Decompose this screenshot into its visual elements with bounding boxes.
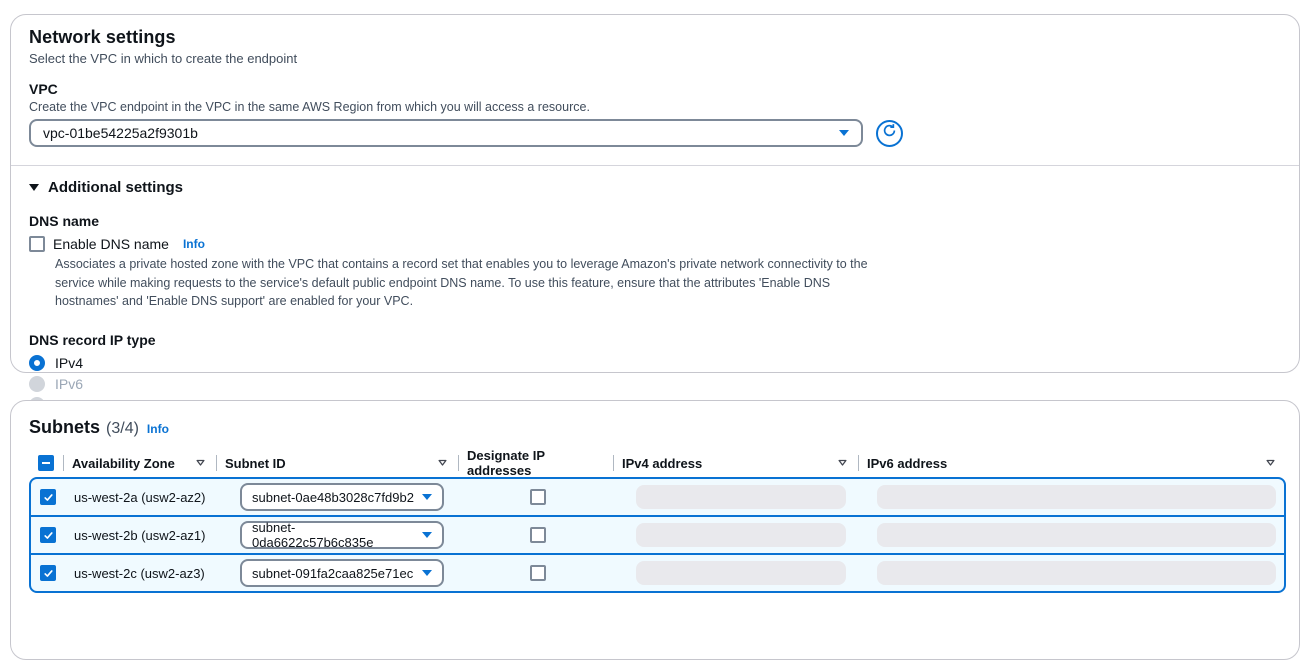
table-row: us-west-2a (usw2-az2) subnet-0ae48b3028c… xyxy=(29,477,1286,517)
column-header-designate-ip: Designate IP addresses xyxy=(458,448,613,478)
additional-settings-expander[interactable]: Additional settings xyxy=(29,179,1281,196)
dns-name-description: Associates a private hosted zone with th… xyxy=(55,255,869,311)
sort-icon[interactable] xyxy=(195,456,206,471)
vpc-select-value: vpc-01be54225a2f9301b xyxy=(43,125,198,141)
radio-disabled xyxy=(29,376,45,392)
select-all-checkbox[interactable] xyxy=(38,455,54,471)
section-divider xyxy=(11,165,1299,166)
subnet-id-select[interactable]: subnet-0ae48b3028c7fd9b2 xyxy=(240,483,444,511)
row-checkbox[interactable] xyxy=(40,489,56,505)
chevron-down-icon xyxy=(422,494,432,500)
check-icon xyxy=(43,492,54,503)
column-header-ipv4[interactable]: IPv4 address xyxy=(613,448,858,478)
ipv4-address-field-disabled xyxy=(636,523,846,547)
availability-zone-cell: us-west-2b (usw2-az1) xyxy=(65,528,218,543)
availability-zone-cell: us-west-2a (usw2-az2) xyxy=(65,490,218,505)
designate-ip-checkbox[interactable] xyxy=(530,565,546,581)
availability-zone-cell: us-west-2c (usw2-az3) xyxy=(65,566,218,581)
refresh-icon xyxy=(882,123,897,143)
dns-record-ip-type-label: DNS record IP type xyxy=(29,332,1281,348)
subnets-info-link[interactable]: Info xyxy=(147,422,169,436)
designate-ip-checkbox[interactable] xyxy=(530,489,546,505)
subnet-id-value: subnet-0ae48b3028c7fd9b2 xyxy=(252,490,414,505)
chevron-down-icon xyxy=(422,570,432,576)
subnet-rows: us-west-2a (usw2-az2) subnet-0ae48b3028c… xyxy=(29,477,1286,593)
subnet-id-select[interactable]: subnet-091fa2caa825e71ec xyxy=(240,559,444,587)
column-header-subnet-id[interactable]: Subnet ID xyxy=(216,448,458,478)
panel-subtitle: Select the VPC in which to create the en… xyxy=(29,51,1281,66)
subnet-id-select[interactable]: subnet-0da6622c57b6c835e xyxy=(240,521,444,549)
table-row: us-west-2c (usw2-az3) subnet-091fa2caa82… xyxy=(29,553,1286,593)
sort-icon[interactable] xyxy=(1265,456,1276,471)
additional-settings-label: Additional settings xyxy=(48,179,183,196)
dns-name-info-link[interactable]: Info xyxy=(183,237,205,251)
subnets-count: (3/4) xyxy=(106,420,139,438)
dns-name-label: DNS name xyxy=(29,213,1281,229)
ipv6-address-field-disabled xyxy=(877,561,1276,585)
table-header: Availability Zone Subnet ID Designate IP… xyxy=(29,448,1299,474)
sort-icon[interactable] xyxy=(437,456,448,471)
vpc-description: Create the VPC endpoint in the VPC in th… xyxy=(29,100,1281,114)
column-header-availability-zone[interactable]: Availability Zone xyxy=(63,448,216,478)
enable-dns-name-label: Enable DNS name xyxy=(53,236,169,252)
network-settings-panel: Network settings Select the VPC in which… xyxy=(10,14,1300,373)
radio-option-ipv6: IPv6 xyxy=(29,377,1281,392)
chevron-down-icon xyxy=(422,532,432,538)
subnets-title: Subnets xyxy=(29,417,100,438)
indeterminate-mark xyxy=(42,462,50,464)
check-icon xyxy=(43,568,54,579)
refresh-button[interactable] xyxy=(876,120,903,147)
enable-dns-name-checkbox[interactable] xyxy=(29,236,45,252)
chevron-down-icon xyxy=(839,130,849,136)
radio-option-ipv4: IPv4 xyxy=(29,356,1281,371)
subnets-panel: Subnets (3/4) Info Availability Zone Sub… xyxy=(10,400,1300,660)
caret-down-icon xyxy=(29,184,39,191)
vpc-select[interactable]: vpc-01be54225a2f9301b xyxy=(29,119,863,147)
sort-icon[interactable] xyxy=(837,456,848,471)
ipv4-address-field-disabled xyxy=(636,561,846,585)
subnet-id-value: subnet-0da6622c57b6c835e xyxy=(252,520,414,550)
ipv6-address-field-disabled xyxy=(877,485,1276,509)
designate-ip-checkbox[interactable] xyxy=(530,527,546,543)
table-row: us-west-2b (usw2-az1) subnet-0da6622c57b… xyxy=(29,515,1286,555)
radio-selected[interactable] xyxy=(29,355,45,371)
row-checkbox[interactable] xyxy=(40,527,56,543)
check-icon xyxy=(43,530,54,541)
row-checkbox[interactable] xyxy=(40,565,56,581)
column-header-ipv6[interactable]: IPv6 address xyxy=(858,448,1286,478)
subnet-id-value: subnet-091fa2caa825e71ec xyxy=(252,566,413,581)
ipv4-address-field-disabled xyxy=(636,485,846,509)
vpc-label: VPC xyxy=(29,81,1281,97)
ipv6-address-field-disabled xyxy=(877,523,1276,547)
page-title: Network settings xyxy=(29,27,1281,48)
